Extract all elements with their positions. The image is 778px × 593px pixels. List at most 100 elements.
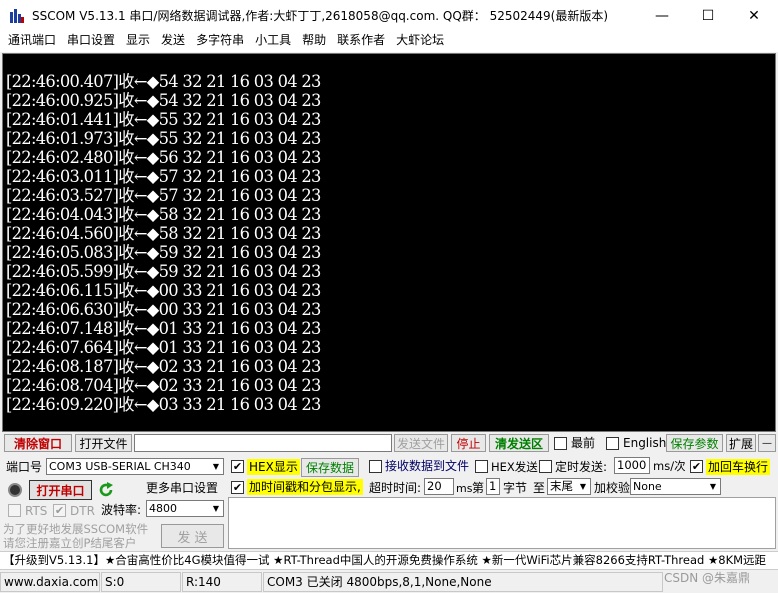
menu-send[interactable]: 发送 bbox=[157, 31, 189, 52]
dtr-checkbox[interactable]: ✔ bbox=[53, 504, 66, 517]
checksum-label: 加校验 bbox=[594, 481, 631, 495]
english-checkbox[interactable] bbox=[606, 437, 619, 450]
terminal-line: [22:46:08.187]收←◆02 33 21 16 03 04 23 bbox=[6, 357, 321, 376]
nth-label: 第 bbox=[472, 481, 485, 495]
terminal-line: [22:46:06.630]收←◆00 33 21 16 03 04 23 bbox=[6, 300, 321, 319]
terminal-line: [22:46:03.011]收←◆57 32 21 16 03 04 23 bbox=[6, 167, 321, 186]
window-title: SSCOM V5.13.1 串口/网络数据调试器,作者:大虾丁丁,2618058… bbox=[32, 9, 609, 23]
to-select[interactable]: 末尾 ▼ bbox=[547, 478, 591, 495]
close-button[interactable]: ✕ bbox=[731, 0, 777, 31]
clear-window-button[interactable]: 清除窗口 bbox=[4, 434, 72, 452]
menu-serial-settings[interactable]: 串口设置 bbox=[63, 31, 119, 52]
menu-help[interactable]: 帮助 bbox=[298, 31, 330, 52]
news-ticker[interactable]: 【升级到V5.13.1】★合宙高性价比4G模块值得一试 ★RT-Thread中国… bbox=[0, 551, 778, 570]
add-timestamp-label: 加时间戳和分包显示, bbox=[247, 479, 363, 495]
to-value: 末尾 bbox=[550, 479, 573, 493]
menu-display[interactable]: 显示 bbox=[122, 31, 154, 52]
timeout-input[interactable]: 20 bbox=[424, 478, 454, 495]
save-data-button[interactable]: 保存数据 bbox=[301, 458, 359, 477]
close-icon: ✕ bbox=[748, 7, 760, 24]
add-crlf-checkbox[interactable]: ✔ bbox=[690, 460, 703, 473]
file-path-input[interactable] bbox=[134, 434, 392, 452]
app-logo-icon bbox=[10, 9, 24, 23]
stop-button[interactable]: 停止 bbox=[451, 434, 486, 452]
send-file-button[interactable]: 发送文件 bbox=[394, 434, 448, 452]
terminal-line: [22:46:03.527]收←◆57 32 21 16 03 04 23 bbox=[6, 186, 321, 205]
send-button[interactable]: 发 送 bbox=[161, 524, 224, 548]
terminal-line: [22:46:05.083]收←◆59 32 21 16 03 04 23 bbox=[6, 243, 321, 262]
port-value: COM3 USB-SERIAL CH340 bbox=[49, 460, 191, 473]
collapse-button[interactable]: — bbox=[758, 434, 776, 452]
terminal-line: [22:46:08.704]收←◆02 33 21 16 03 04 23 bbox=[6, 376, 321, 395]
open-port-button[interactable]: 打开串口 bbox=[29, 480, 92, 500]
timed-send-label: 定时发送: bbox=[555, 460, 608, 474]
open-file-button[interactable]: 打开文件 bbox=[75, 434, 132, 452]
checksum-value: None bbox=[633, 480, 662, 493]
timeout-unit-label: ms bbox=[456, 482, 473, 495]
add-timestamp-checkbox[interactable]: ✔ bbox=[231, 481, 244, 494]
menu-forum[interactable]: 大虾论坛 bbox=[392, 31, 448, 52]
timeout-label: 超时时间: bbox=[369, 481, 422, 495]
terminal-line: [22:46:07.148]收←◆01 33 21 16 03 04 23 bbox=[6, 319, 321, 338]
recv-to-file-label[interactable]: 接收数据到文件 bbox=[385, 458, 469, 474]
english-label: English bbox=[623, 436, 667, 450]
terminal-line: [22:46:02.480]收←◆56 32 21 16 03 04 23 bbox=[6, 148, 321, 167]
hex-send-checkbox[interactable] bbox=[475, 460, 488, 473]
terminal-line: [22:46:09.220]收←◆03 33 21 16 03 04 23 bbox=[6, 395, 321, 414]
refresh-icon[interactable] bbox=[97, 481, 115, 499]
clear-send-button[interactable]: 清发送区 bbox=[489, 434, 549, 452]
save-params-button[interactable]: 保存参数 bbox=[666, 434, 723, 452]
rts-checkbox[interactable] bbox=[8, 504, 21, 517]
hex-display-checkbox[interactable]: ✔ bbox=[231, 460, 244, 473]
timed-interval-input[interactable]: 1000 bbox=[614, 457, 650, 474]
status-received-count: R:140 bbox=[182, 572, 262, 592]
topmost-label: 最前 bbox=[571, 436, 596, 450]
baud-value: 4800 bbox=[149, 502, 177, 515]
terminal-line: [22:46:00.407]收←◆54 32 21 16 03 04 23 bbox=[6, 72, 321, 91]
menu-comm-port[interactable]: 通讯端口 bbox=[4, 31, 60, 52]
send-text-area[interactable] bbox=[228, 497, 776, 549]
hex-display-label: HEX显示 bbox=[247, 459, 300, 475]
checksum-select[interactable]: None ▼ bbox=[630, 478, 721, 495]
terminal-line: [22:46:00.925]收←◆54 32 21 16 03 04 23 bbox=[6, 91, 321, 110]
status-website[interactable]: www.daxia.com bbox=[0, 572, 100, 592]
promo-text-line2: 请您注册嘉立创P结尾客户 bbox=[3, 536, 137, 550]
baud-label: 波特率: bbox=[101, 503, 142, 517]
expand-button[interactable]: 扩展 bbox=[726, 434, 756, 452]
port-status-light-icon bbox=[8, 483, 22, 497]
terminal-line: [22:46:07.664]收←◆01 33 21 16 03 04 23 bbox=[6, 338, 321, 357]
add-crlf-label: 加回车换行 bbox=[706, 459, 771, 475]
minimize-icon: — bbox=[655, 7, 669, 24]
byte-label: 字节 bbox=[503, 481, 528, 495]
nth-byte-input[interactable]: 1 bbox=[486, 478, 500, 495]
chevron-down-icon: ▼ bbox=[209, 459, 223, 474]
status-sent-count: S:0 bbox=[101, 572, 181, 592]
menu-bar: 通讯端口 串口设置 显示 发送 多字符串 小工具 帮助 联系作者 大虾论坛 bbox=[0, 31, 778, 52]
port-label: 端口号 bbox=[6, 460, 43, 474]
dtr-label: DTR bbox=[70, 504, 95, 518]
terminal-line: [22:46:01.973]收←◆55 32 21 16 03 04 23 bbox=[6, 129, 321, 148]
menu-multi-string[interactable]: 多字符串 bbox=[192, 31, 248, 52]
terminal-line: [22:46:04.043]收←◆58 32 21 16 03 04 23 bbox=[6, 205, 321, 224]
baud-select[interactable]: 4800 ▼ bbox=[146, 500, 224, 517]
port-select[interactable]: COM3 USB-SERIAL CH340 ▼ bbox=[46, 458, 224, 475]
minimize-button[interactable]: — bbox=[639, 0, 685, 31]
status-port-info: COM3 已关闭 4800bps,8,1,None,None bbox=[263, 572, 663, 592]
more-port-settings-link[interactable]: 更多串口设置 bbox=[146, 480, 218, 496]
recv-to-file-checkbox[interactable] bbox=[369, 460, 382, 473]
terminal-line: [22:46:06.115]收←◆00 33 21 16 03 04 23 bbox=[6, 281, 321, 300]
to-label: 至 bbox=[533, 481, 546, 495]
terminal-line: [22:46:01.441]收←◆55 32 21 16 03 04 23 bbox=[6, 110, 321, 129]
receive-terminal[interactable]: [22:46:00.407]收←◆54 32 21 16 03 04 23 [2… bbox=[2, 53, 776, 432]
rts-label: RTS bbox=[25, 504, 48, 518]
menu-contact-author[interactable]: 联系作者 bbox=[333, 31, 389, 52]
terminal-line: [22:46:05.599]收←◆59 32 21 16 03 04 23 bbox=[6, 262, 321, 281]
csdn-watermark: CSDN @朱嘉鼎 bbox=[664, 571, 751, 585]
title-bar: SSCOM V5.13.1 串口/网络数据调试器,作者:大虾丁丁,2618058… bbox=[0, 0, 778, 31]
chevron-down-icon: ▼ bbox=[209, 501, 223, 516]
menu-tools[interactable]: 小工具 bbox=[251, 31, 295, 52]
timed-send-checkbox[interactable] bbox=[539, 460, 552, 473]
hex-send-label: HEX发送 bbox=[491, 460, 538, 474]
maximize-button[interactable]: ☐ bbox=[685, 0, 731, 31]
topmost-checkbox[interactable] bbox=[554, 437, 567, 450]
